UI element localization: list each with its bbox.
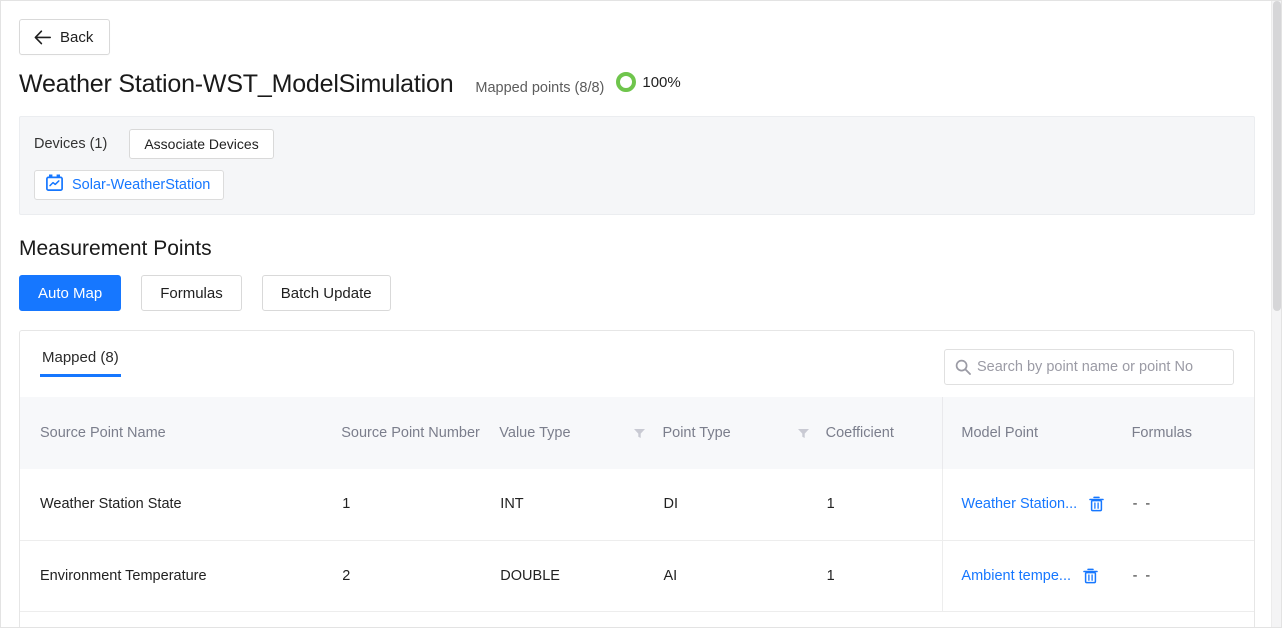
table-row[interactable]: Weather Station State 1 INT DI 1 Weather… bbox=[20, 469, 1254, 540]
table-row[interactable]: Environment Temperature 2 DOUBLE AI 1 Am… bbox=[20, 540, 1254, 611]
cell-point-type: DI bbox=[662, 469, 825, 540]
cell-source-point-name: Environment Temperature bbox=[20, 540, 341, 611]
search-box[interactable] bbox=[944, 349, 1234, 385]
measurement-points-card: Mapped (8) Source Poin bbox=[19, 330, 1255, 628]
formulas-value: - - bbox=[1133, 568, 1153, 584]
back-row: Back bbox=[1, 1, 1273, 55]
progress-indicator: 100% bbox=[616, 72, 680, 92]
back-button-label: Back bbox=[60, 29, 93, 46]
page-title: Weather Station-WST_ModelSimulation bbox=[19, 70, 453, 99]
trash-icon[interactable] bbox=[1083, 568, 1098, 584]
model-point-link[interactable]: Ambient tempe... bbox=[961, 568, 1071, 584]
cell-source-point-number: 1 bbox=[341, 469, 499, 540]
formulas-value: - - bbox=[1133, 496, 1153, 512]
cell-model-point: Ambient tempe... bbox=[943, 540, 1132, 611]
card-toolbar: Mapped (8) bbox=[20, 331, 1254, 385]
mapped-points-text: Mapped points (8/8) bbox=[475, 80, 604, 96]
col-value-type-label: Value Type bbox=[499, 425, 570, 441]
arrow-left-icon bbox=[34, 30, 51, 45]
devices-count-label: Devices (1) bbox=[34, 136, 107, 152]
trash-icon[interactable] bbox=[1089, 496, 1104, 512]
cell-source-point-number: 2 bbox=[341, 540, 499, 611]
cell-formulas: - - bbox=[1132, 540, 1254, 611]
col-point-type-label: Point Type bbox=[662, 425, 730, 441]
cell-source-point-name: Weather Station State bbox=[20, 469, 341, 540]
page-scrollbar[interactable] bbox=[1271, 1, 1281, 628]
cell-value-type: DOUBLE bbox=[499, 540, 662, 611]
col-source-point-number: Source Point Number bbox=[341, 397, 499, 469]
cell-coefficient: 1 bbox=[826, 540, 943, 611]
filter-icon-value-type[interactable] bbox=[633, 427, 646, 440]
table-head: Source Point Name Source Point Number Va… bbox=[20, 397, 1254, 469]
progress-ring-icon bbox=[616, 72, 636, 92]
devices-header: Devices (1) Associate Devices bbox=[34, 129, 1240, 159]
cell-model-point: Weather Station... bbox=[943, 469, 1132, 540]
title-row: Weather Station-WST_ModelSimulation Mapp… bbox=[1, 55, 1273, 99]
table-header-row: Source Point Name Source Point Number Va… bbox=[20, 397, 1254, 469]
device-chip-label: Solar-WeatherStation bbox=[72, 177, 210, 193]
col-model-point-label: Model Point bbox=[961, 425, 1038, 441]
cell-formulas: - - bbox=[1132, 469, 1254, 540]
cell-value-type: INT bbox=[499, 469, 662, 540]
col-value-type: Value Type bbox=[499, 397, 662, 469]
associate-devices-button[interactable]: Associate Devices bbox=[129, 129, 273, 159]
back-button[interactable]: Back bbox=[19, 19, 110, 55]
table-body: Weather Station State 1 INT DI 1 Weather… bbox=[20, 469, 1254, 611]
page-scrollbar-thumb[interactable] bbox=[1273, 1, 1281, 311]
col-model-point: Model Point bbox=[943, 397, 1132, 469]
auto-map-button[interactable]: Auto Map bbox=[19, 275, 121, 311]
tabs: Mapped (8) bbox=[40, 349, 121, 377]
app-page: Back Weather Station-WST_ModelSimulation… bbox=[0, 0, 1282, 628]
search-icon bbox=[955, 359, 971, 375]
col-coefficient-label: Coefficient bbox=[826, 425, 894, 441]
devices-panel: Devices (1) Associate Devices Solar-Weat… bbox=[19, 116, 1255, 215]
col-formulas-label: Formulas bbox=[1132, 425, 1192, 441]
col-source-point-number-label: Source Point Number bbox=[341, 425, 480, 441]
cell-point-type: AI bbox=[662, 540, 825, 611]
device-icon bbox=[46, 174, 63, 196]
filter-icon-point-type[interactable] bbox=[797, 427, 810, 440]
col-source-point-name-label: Source Point Name bbox=[40, 425, 166, 441]
col-source-point-name: Source Point Name bbox=[20, 397, 341, 469]
batch-update-button[interactable]: Batch Update bbox=[262, 275, 391, 311]
measurement-actions: Auto Map Formulas Batch Update bbox=[19, 275, 1273, 311]
col-point-type: Point Type bbox=[662, 397, 825, 469]
measurement-points-table: Source Point Name Source Point Number Va… bbox=[20, 397, 1254, 612]
measurement-points-title: Measurement Points bbox=[19, 237, 1273, 261]
progress-percent-label: 100% bbox=[642, 74, 680, 91]
formulas-button[interactable]: Formulas bbox=[141, 275, 242, 311]
page-content: Back Weather Station-WST_ModelSimulation… bbox=[1, 1, 1273, 628]
col-formulas: Formulas bbox=[1132, 397, 1254, 469]
search-input[interactable] bbox=[975, 350, 1223, 384]
col-coefficient: Coefficient bbox=[826, 397, 943, 469]
device-chip-solar-weatherstation[interactable]: Solar-WeatherStation bbox=[34, 170, 224, 200]
model-point-link[interactable]: Weather Station... bbox=[961, 496, 1077, 512]
cell-coefficient: 1 bbox=[826, 469, 943, 540]
tab-mapped[interactable]: Mapped (8) bbox=[40, 349, 121, 377]
